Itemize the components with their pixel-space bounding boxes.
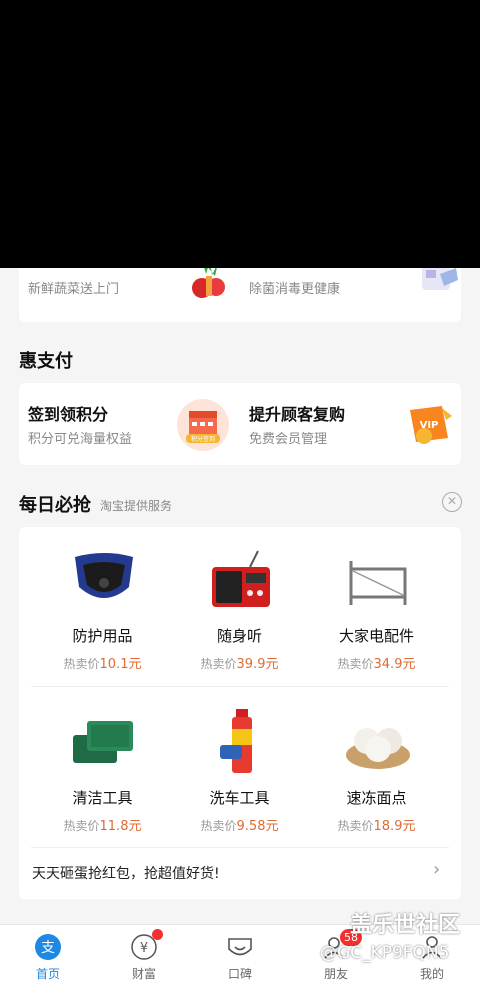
koubei-icon (228, 938, 252, 956)
deal-price: 热卖价18.9元 (337, 819, 416, 834)
deal-name: 清洁工具 (72, 789, 133, 807)
repurchase-entry[interactable]: 提升顾客复购 免费会员管理 VIP (240, 383, 461, 465)
spray-can-icon (220, 709, 252, 773)
tab-label: 财富 (131, 967, 156, 981)
row-divider (31, 847, 449, 848)
deal-price: 热卖价9.58元 (200, 819, 279, 834)
huizhifu-card: 签到领积分 积分可兑海量权益 积分签到 提升顾客复购 免费会员管理 VIP (19, 383, 461, 465)
svg-text:¥: ¥ (140, 941, 148, 956)
fresh-veg-subtitle: 新鲜蔬菜送上门 (28, 282, 120, 297)
daily-deals-title: 每日必抢 (19, 495, 91, 516)
daily-deals-subtitle: 淘宝提供服务 (100, 499, 173, 513)
deal-item-radio[interactable]: 随身听 热卖价39.9元 (166, 549, 313, 679)
tab-home[interactable]: 支 首页 (0, 925, 96, 986)
chevron-right-icon[interactable]: › (433, 859, 440, 880)
radio-icon (212, 550, 270, 607)
checkin-points-entry[interactable]: 签到领积分 积分可兑海量权益 积分签到 (19, 383, 240, 465)
tab-koubei[interactable]: 口碑 (192, 925, 288, 986)
close-circle-icon[interactable]: ✕ (442, 492, 462, 512)
calendar-points-icon: 积分签到 (177, 399, 229, 451)
watermark-title: 盖乐世社区 (350, 913, 461, 938)
svg-text:支: 支 (41, 940, 55, 956)
steamed-buns-icon (346, 728, 410, 769)
repurchase-subtitle: 免费会员管理 (249, 432, 328, 447)
deal-name: 速冻面点 (346, 789, 407, 807)
face-mask-icon (75, 553, 133, 598)
repurchase-title: 提升顾客复购 (249, 405, 346, 424)
alipay-icon: 支 (35, 934, 61, 960)
vip-text: VIP (420, 420, 439, 431)
deal-name: 大家电配件 (338, 627, 414, 645)
tab-label: 口碑 (227, 967, 252, 981)
checkin-title: 签到领积分 (28, 405, 109, 424)
disinfect-subtitle: 除菌消毒更健康 (249, 282, 341, 297)
checkin-subtitle: 积分可兑海量权益 (28, 432, 133, 447)
deal-name: 洗车工具 (209, 789, 270, 807)
vip-ticket-icon: VIP (410, 406, 452, 444)
deal-name: 防护用品 (72, 627, 133, 645)
daily-deals-card: 防护用品 热卖价10.1元 随身听 热卖价39.9元 大家电配件 热卖价34.9… (19, 527, 461, 899)
row-divider (31, 686, 449, 687)
tab-wealth[interactable]: ¥ 财富 (96, 925, 192, 986)
tab-label: 首页 (35, 967, 60, 981)
deal-price: 热卖价34.9元 (337, 657, 416, 672)
scouring-pad-icon (73, 721, 133, 763)
watermark-subtitle: @GC_KP9FQN5 (320, 943, 450, 963)
calendar-badge-text: 积分签到 (191, 435, 215, 443)
deal-item-cleaning[interactable]: 清洁工具 热卖价11.8元 (29, 709, 176, 839)
deal-name: 随身听 (216, 627, 262, 645)
deal-price: 热卖价11.8元 (63, 819, 142, 834)
tab-label: 朋友 (323, 967, 348, 981)
deal-item-protective[interactable]: 防护用品 热卖价10.1元 (29, 549, 176, 679)
deal-item-frozen-buns[interactable]: 速冻面点 热卖价18.9元 (303, 709, 450, 839)
deal-price: 热卖价39.9元 (200, 657, 279, 672)
deal-item-car-wash[interactable]: 洗车工具 热卖价9.58元 (166, 709, 313, 839)
wealth-badge-dot (152, 929, 163, 940)
promo-text[interactable]: 天天砸蛋抢红包，抢超值好货! (32, 863, 220, 883)
huizhifu-title: 惠支付 (19, 351, 73, 372)
deal-item-appliance-parts[interactable]: 大家电配件 热卖价34.9元 (303, 549, 450, 679)
deal-price: 热卖价10.1元 (63, 657, 142, 672)
bracket-icon (349, 561, 407, 605)
obscured-header-area (0, 0, 480, 268)
tab-label: 我的 (419, 967, 444, 981)
